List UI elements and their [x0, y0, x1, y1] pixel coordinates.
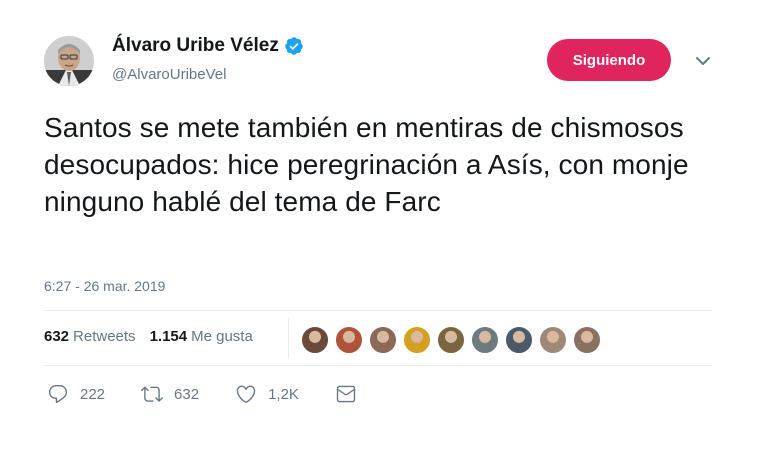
avatar[interactable] [44, 36, 94, 86]
liker-avatar[interactable] [572, 325, 602, 355]
liker-avatar[interactable] [402, 325, 432, 355]
divider [44, 310, 712, 311]
liker-avatars [300, 325, 606, 355]
retweet-count: 632 [174, 385, 200, 403]
like-icon [236, 385, 256, 403]
liker-avatar[interactable] [334, 325, 364, 355]
retweets-count: 632 [44, 328, 70, 345]
divider [44, 365, 712, 366]
liker-avatar[interactable] [368, 325, 398, 355]
author-name-row: Álvaro Uribe Vélez [112, 35, 304, 57]
liker-avatar[interactable] [436, 325, 466, 355]
message-button[interactable] [335, 383, 368, 405]
stats-separator [288, 318, 289, 358]
chevron-down-icon[interactable] [694, 54, 712, 68]
reply-icon [48, 385, 68, 404]
liker-avatar[interactable] [504, 325, 534, 355]
verified-badge-icon [284, 36, 304, 56]
author-handle[interactable]: @AlvaroUribeVel [112, 66, 226, 83]
tweet-timestamp[interactable]: 6:27 - 26 mar. 2019 [44, 278, 165, 294]
liker-avatar[interactable] [538, 325, 568, 355]
retweet-icon [141, 386, 164, 402]
likes-count: 1.154 [149, 328, 188, 345]
tweet-actions: 222 632 1,2K [47, 383, 404, 405]
likes-label: Me gusta [191, 328, 253, 345]
tweet-card: Álvaro Uribe Vélez @AlvaroUribeVel Sigui… [0, 0, 760, 453]
likes-stat[interactable]: 1.154 Me gusta [150, 328, 253, 345]
tweet-text: Santos se mete también en mentiras de ch… [44, 112, 689, 217]
retweets-label: Retweets [73, 328, 136, 345]
retweets-stat[interactable]: 632 Retweets [44, 328, 136, 345]
like-count: 1,2K [268, 385, 299, 403]
message-icon [336, 385, 356, 403]
author-display-name[interactable]: Álvaro Uribe Vélez [112, 35, 279, 57]
retweet-button[interactable]: 632 [141, 383, 199, 405]
reply-button[interactable]: 222 [47, 383, 105, 405]
liker-avatar[interactable] [470, 325, 500, 355]
like-button[interactable]: 1,2K [235, 383, 299, 405]
following-button[interactable]: Siguiendo [547, 39, 671, 81]
tweet-stats: 632 Retweets 1.154 Me gusta [44, 328, 267, 345]
reply-count: 222 [80, 385, 106, 403]
liker-avatar[interactable] [300, 325, 330, 355]
avatar-image [44, 36, 94, 86]
